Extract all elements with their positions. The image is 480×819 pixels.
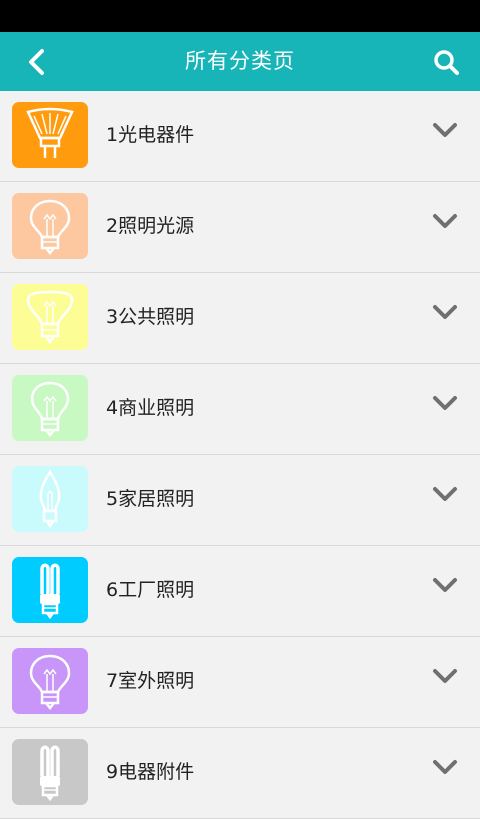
category-label: 5家居照明 (106, 488, 195, 510)
chevron-down-icon[interactable] (432, 485, 458, 505)
reflector-bulb-icon (26, 290, 74, 345)
bulb-icon (29, 654, 71, 710)
category-label: 2照明光源 (106, 215, 195, 237)
search-icon (434, 49, 459, 75)
category-thumbnail (12, 375, 88, 441)
search-button[interactable] (422, 32, 470, 91)
category-label: 7室外照明 (106, 670, 195, 692)
category-label: 1光电器件 (106, 124, 195, 146)
category-thumbnail (12, 284, 88, 350)
category-list: 1光电器件 2照明光源 3公共照明 4商业照明 5家居照明 6工厂照明 7室外照… (0, 91, 480, 819)
bulb-icon (30, 381, 70, 437)
category-thumbnail (12, 466, 88, 532)
category-label: 9电器附件 (106, 761, 195, 783)
category-thumbnail (12, 102, 88, 168)
category-thumbnail (12, 557, 88, 623)
status-bar (0, 0, 480, 32)
category-thumbnail (12, 193, 88, 259)
category-row[interactable]: 9电器附件 (0, 728, 480, 819)
category-row[interactable]: 6工厂照明 (0, 546, 480, 637)
app-header: 所有分类页 (0, 32, 480, 91)
category-row[interactable]: 2照明光源 (0, 182, 480, 273)
category-row[interactable]: 7室外照明 (0, 637, 480, 728)
category-row[interactable]: 1光电器件 (0, 91, 480, 182)
category-label: 3公共照明 (106, 306, 195, 328)
chevron-down-icon[interactable] (432, 394, 458, 414)
category-row[interactable]: 4商业照明 (0, 364, 480, 455)
category-thumbnail (12, 648, 88, 714)
chevron-down-icon[interactable] (432, 667, 458, 687)
category-thumbnail (12, 739, 88, 805)
chevron-down-icon[interactable] (432, 576, 458, 596)
chevron-down-icon[interactable] (432, 303, 458, 323)
cfl-bulb-icon (40, 563, 60, 620)
category-label: 4商业照明 (106, 397, 195, 419)
chevron-down-icon[interactable] (432, 758, 458, 778)
bulb-icon (29, 199, 71, 255)
candle-bulb-icon (39, 469, 61, 529)
category-row[interactable]: 5家居照明 (0, 455, 480, 546)
page-title: 所有分类页 (185, 49, 295, 73)
spotlight-bulb-icon (26, 107, 74, 158)
chevron-down-icon[interactable] (432, 212, 458, 232)
cfl-bulb-icon (40, 745, 60, 802)
chevron-down-icon[interactable] (432, 121, 458, 141)
category-row[interactable]: 3公共照明 (0, 273, 480, 364)
category-label: 6工厂照明 (106, 579, 195, 601)
